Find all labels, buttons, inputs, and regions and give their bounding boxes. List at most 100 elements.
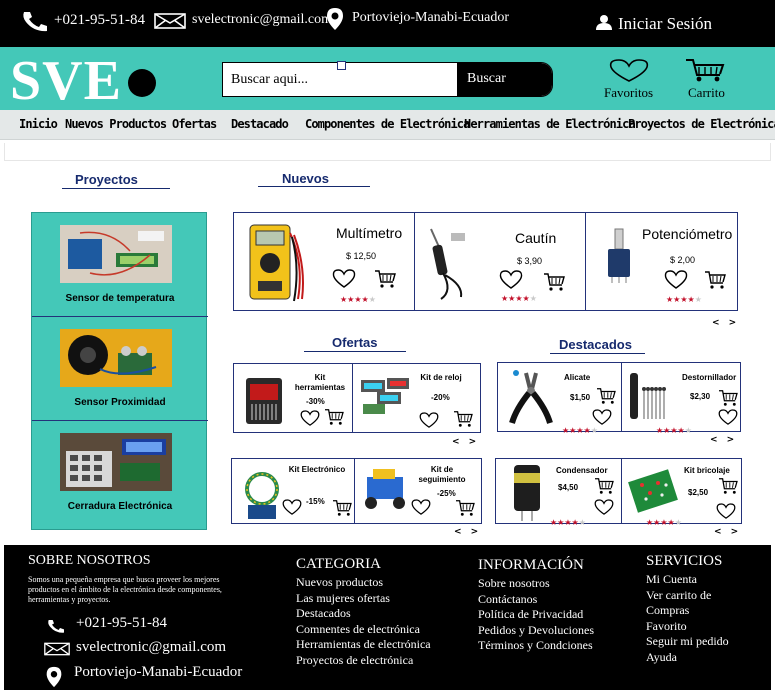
add-to-cart-icon[interactable] [332, 499, 352, 517]
project-card[interactable]: Sensor de temperatura [32, 213, 208, 317]
new-product-card[interactable]: Potenciómetro $ 2,00 ★★★★★ [585, 212, 738, 311]
offer-card[interactable]: Kit Electrónico -15% [231, 458, 355, 524]
top-bar: +021-95-51-84 svelectronic@gmail.com Por… [0, 0, 775, 47]
featured-card[interactable]: Condensador $4,50 ★★★★★ [495, 458, 622, 527]
footer-info-list: Sobre nosotros Contáctanos Política de P… [478, 576, 594, 654]
add-to-favorites-heart-icon[interactable] [332, 269, 356, 289]
add-to-favorites-heart-icon[interactable] [718, 409, 738, 426]
product-name: Cautín [515, 230, 557, 246]
add-to-favorites-heart-icon[interactable] [300, 410, 320, 427]
heart-icon[interactable] [609, 59, 649, 83]
footer-mail-icon [44, 642, 70, 656]
topbar-email[interactable]: svelectronic@gmail.com [192, 12, 332, 28]
user-icon[interactable] [596, 14, 612, 30]
project-label: Cerradura Electrónica [67, 501, 173, 512]
footer-link[interactable]: Herramientas de electrónica [296, 637, 431, 653]
resize-handle [337, 61, 346, 70]
new-underline [258, 186, 370, 187]
featured-card[interactable]: Alicate $1,50 ★★★★★ [497, 362, 622, 435]
offers-pager-arrows-bottom[interactable]: < > [454, 527, 481, 537]
offer-name: Kit de reloj [420, 373, 462, 382]
offers-pager-arrows-top[interactable]: < > [452, 437, 479, 447]
tracking-kit-image [365, 469, 405, 509]
add-to-favorites-heart-icon[interactable] [411, 499, 431, 516]
product-price: $ 3,90 [517, 256, 543, 266]
add-to-cart-icon[interactable] [718, 389, 738, 407]
offers-underline [304, 351, 406, 352]
add-to-cart-icon[interactable] [543, 272, 565, 292]
add-to-cart-icon[interactable] [704, 270, 726, 290]
footer-link[interactable]: Mi Cuenta [646, 572, 756, 588]
new-product-card[interactable]: Cautín $ 3,90 ★★★★★ [414, 212, 586, 311]
add-to-cart-icon[interactable] [596, 387, 616, 405]
add-to-cart-icon[interactable] [455, 499, 475, 517]
add-to-favorites-heart-icon[interactable] [592, 409, 612, 426]
featured-name: Condensador [556, 466, 608, 475]
nav-proyectos[interactable]: Proyectos de Electrónica [628, 117, 775, 131]
footer-link[interactable]: Las mujeres ofertas [296, 591, 431, 607]
nav-ofertas[interactable]: Ofertas [172, 117, 217, 131]
add-to-favorites-heart-icon[interactable] [499, 270, 523, 290]
cart-icon[interactable] [684, 57, 726, 83]
footer-info-title: INFORMACIÓN [478, 557, 584, 573]
nav-herramientas[interactable]: Herramientas de Electrónica [464, 117, 636, 131]
featured-card[interactable]: Kit bricolaje $2,50 ★★★★★ [621, 458, 742, 527]
add-to-cart-icon[interactable] [374, 269, 396, 289]
footer-link[interactable]: Términos y Condciones [478, 638, 594, 654]
footer-link[interactable]: Proyectos de electrónica [296, 653, 431, 669]
footer: SOBRE NOSOTROS Somos una pequeña empresa… [4, 545, 771, 690]
featured-pager-arrows-top[interactable]: < > [710, 435, 737, 445]
nav-inicio[interactable]: Inicio [19, 117, 58, 131]
footer-link[interactable]: Ver carrito de Compras [646, 588, 756, 619]
add-to-favorites-heart-icon[interactable] [716, 503, 736, 520]
offer-card[interactable]: Kit herramientas -30% [233, 363, 353, 433]
new-product-card[interactable]: Multímetro $ 12,50 ★★★★★ [233, 212, 415, 311]
topbar-phone: +021-95-51-84 [54, 12, 145, 28]
add-to-cart-icon[interactable] [594, 477, 614, 495]
footer-link[interactable]: Comnentes de electrónica [296, 622, 431, 638]
cart-link[interactable]: Carrito [688, 85, 725, 101]
project-card[interactable]: Sensor Proximidad [32, 317, 208, 421]
new-pager-arrows[interactable]: < > [712, 318, 739, 328]
project-card[interactable]: Cerradura Electrónica [32, 421, 208, 525]
footer-email[interactable]: svelectronic@gmail.com [76, 639, 226, 656]
rating-stars: ★★★★★ [501, 294, 537, 303]
footer-link[interactable]: Seguir mi pedido [646, 634, 756, 650]
capacitor-image [514, 465, 540, 521]
footer-link[interactable]: Ayuda [646, 650, 756, 666]
footer-link[interactable]: Destacados [296, 606, 431, 622]
search-box: Buscar [222, 62, 553, 97]
add-to-favorites-heart-icon[interactable] [594, 499, 614, 516]
footer-link[interactable]: Nuevos productos [296, 575, 431, 591]
add-to-favorites-heart-icon[interactable] [664, 270, 688, 290]
clock-kit-image [361, 378, 409, 414]
add-to-favorites-heart-icon[interactable] [282, 499, 302, 516]
nav-nuevos-productos[interactable]: Nuevos Productos [65, 117, 167, 131]
footer-link[interactable]: Sobre nosotros [478, 576, 594, 592]
footer-link[interactable]: Favorito [646, 619, 756, 635]
featured-pager-arrows-bottom[interactable]: < > [714, 527, 741, 537]
add-to-cart-icon[interactable] [718, 477, 738, 495]
footer-link[interactable]: Política de Privacidad [478, 607, 594, 623]
offer-discount: -25% [437, 489, 456, 498]
project-image [60, 433, 172, 491]
rating-stars: ★★★★★ [550, 518, 586, 527]
nav-destacado[interactable]: Destacado [231, 117, 289, 131]
featured-card[interactable]: Destornillador $2,30 ★★★★★ [621, 362, 741, 435]
add-to-cart-icon[interactable] [453, 410, 473, 428]
electronic-kit-image [245, 472, 279, 519]
add-to-cart-icon[interactable] [324, 408, 344, 426]
footer-link[interactable]: Contáctanos [478, 592, 594, 608]
offer-card[interactable]: Kit de reloj -20% [352, 363, 481, 433]
projects-title: Proyectos [75, 172, 138, 187]
add-to-favorites-heart-icon[interactable] [419, 412, 439, 429]
search-button[interactable]: Buscar [457, 63, 552, 96]
offer-card[interactable]: Kit de seguimiento -25% [354, 458, 482, 524]
project-image [60, 329, 172, 387]
nav-componentes[interactable]: Componentes de Electrónica [305, 117, 470, 131]
login-link[interactable]: Iniciar Sesión [618, 14, 712, 34]
favorites-link[interactable]: Favoritos [604, 85, 653, 101]
rating-stars: ★★★★★ [646, 518, 682, 527]
logo[interactable]: SVE [10, 49, 122, 113]
footer-link[interactable]: Pedidos y Devoluciones [478, 623, 594, 639]
